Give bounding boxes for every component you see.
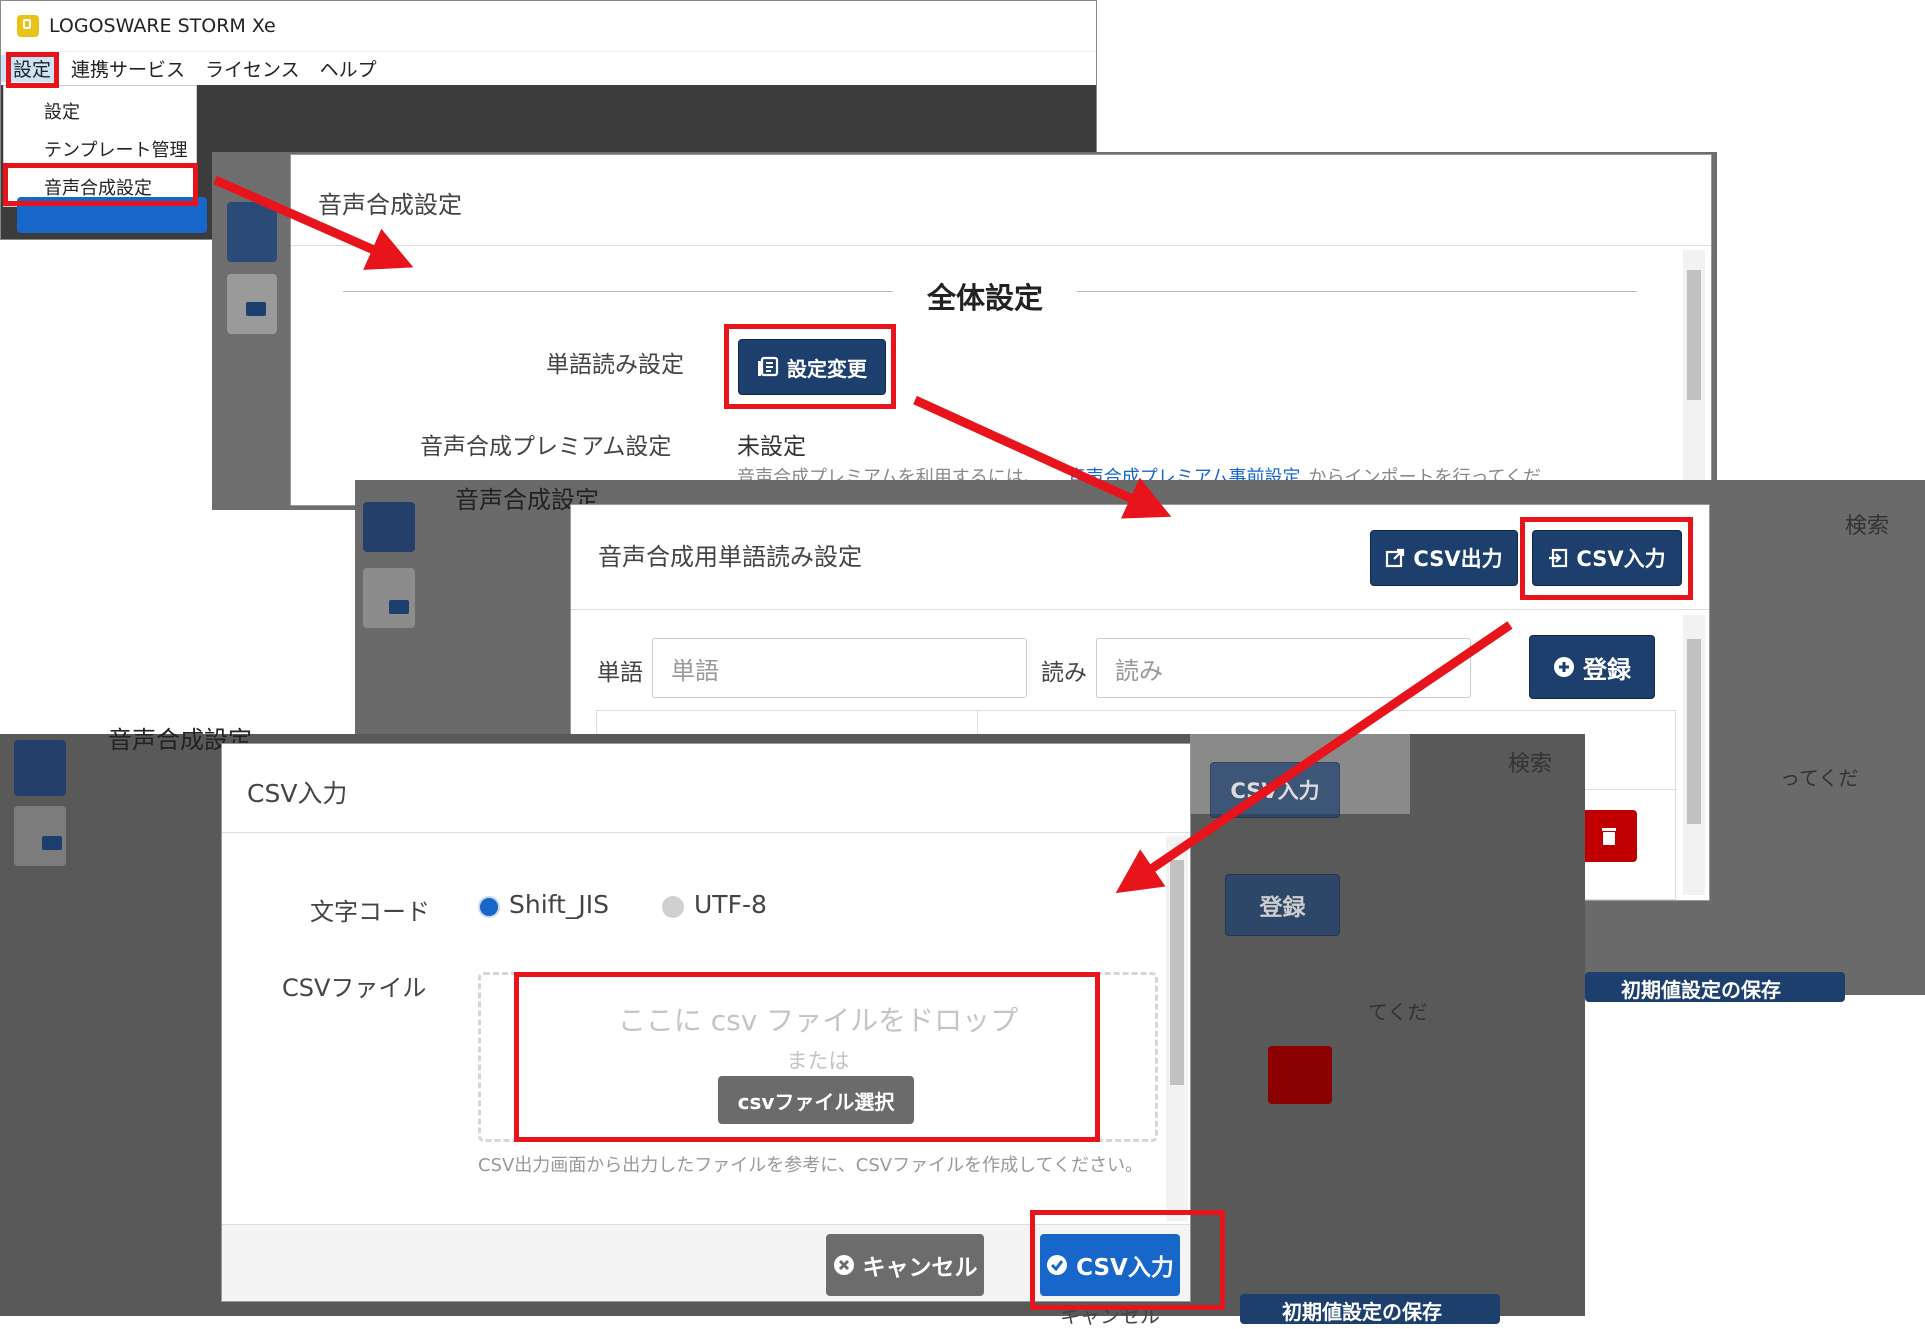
word-setting-label: 単語読み設定 <box>546 352 684 378</box>
right-backdrop-save: 初期値設定の保存 <box>1621 978 1781 1002</box>
select-file-button[interactable]: csvファイル選択 <box>718 1076 914 1124</box>
x-circle-icon <box>833 1254 855 1276</box>
register-button[interactable]: 登録 <box>1529 635 1655 699</box>
external-link-icon <box>1385 548 1405 568</box>
dropdown-item-settings[interactable]: 設定 <box>44 98 80 124</box>
premium-label: 音声合成プレミアム設定 <box>420 434 672 460</box>
back-csv-import: CSV入力 <box>1210 762 1340 818</box>
reading-input[interactable]: 読み <box>1096 638 1471 698</box>
right-backdrop-search: 検索 <box>1845 514 1890 539</box>
folder-icon <box>42 836 62 850</box>
title-bar: LOGOSWARE STORM Xe <box>1 1 1096 51</box>
charset-label: 文字コード <box>310 898 430 926</box>
csv-import-button[interactable]: CSV入力 <box>1532 530 1682 586</box>
menu-settings[interactable]: 設定 <box>1 55 58 82</box>
window-title: LOGOSWARE STORM Xe <box>49 15 276 37</box>
dialog1-scrollbar[interactable] <box>1683 250 1705 505</box>
menu-help[interactable]: ヘルプ <box>314 55 383 82</box>
csv-drop-zone[interactable]: ここに csv ファイルをドロップ または csvファイル選択 <box>478 972 1158 1142</box>
folder-icon <box>389 600 409 614</box>
settings-dropdown: 設定 テンプレート管理 音声合成設定 <box>3 85 197 207</box>
help-text: CSV出力画面から出力したファイルを参考に、CSVファイルを作成してください。 <box>478 1155 1143 1176</box>
premium-value: 未設定 <box>737 434 806 460</box>
menu-license[interactable]: ライセンス <box>199 55 314 82</box>
radio-shift-jis-label[interactable]: Shift_JIS <box>509 890 609 919</box>
dropdown-item-template[interactable]: テンプレート管理 <box>44 136 187 162</box>
check-circle-icon <box>1046 1254 1068 1276</box>
menubar: 設定 連携サービス ライセンス ヘルプ <box>1 51 1096 85</box>
back-save: 初期値設定の保存 <box>1282 1300 1442 1324</box>
dialog3: CSV入力 文字コード Shift_JIS UTF-8 CSVファイル ここに … <box>222 744 1190 1301</box>
back-cancel: キャンセル <box>1060 1304 1160 1328</box>
radio-shift-jis[interactable] <box>478 896 500 918</box>
dialog1: 音声合成設定 全体設定 単語読み設定 設定変更 音声合成プレミアム設定 未設定 … <box>291 155 1711 505</box>
app-blue-button <box>17 197 207 233</box>
csv-export-button[interactable]: CSV出力 <box>1370 530 1518 586</box>
right-backdrop-note: ってくだ <box>1780 766 1859 790</box>
backdrop-side-button <box>227 202 277 262</box>
change-settings-button[interactable]: 設定変更 <box>738 339 886 395</box>
radio-utf8[interactable] <box>662 896 684 918</box>
dialog2-title: 音声合成用単語読み設定 <box>598 543 862 571</box>
drop-text: ここに csv ファイルをドロップ <box>617 1004 1019 1037</box>
word-input[interactable]: 単語 <box>652 638 1027 698</box>
back-note: てくだ <box>1368 1000 1428 1024</box>
csv-submit-button[interactable]: CSV入力 <box>1040 1234 1180 1296</box>
delete-button[interactable] <box>1581 810 1637 862</box>
or-text: または <box>786 1049 850 1073</box>
list-icon <box>757 356 779 378</box>
dialog1-title: 音声合成設定 <box>318 191 462 219</box>
back-search: 検索 <box>1508 752 1553 777</box>
plus-circle-icon <box>1553 656 1575 678</box>
radio-utf8-label[interactable]: UTF-8 <box>694 890 767 919</box>
import-icon <box>1548 548 1568 568</box>
dialog3-title: CSV入力 <box>247 779 348 808</box>
folder-icon <box>246 302 266 316</box>
file-label: CSVファイル <box>282 974 427 1002</box>
section-heading: 全体設定 <box>927 281 1044 315</box>
back-register: 登録 <box>1225 874 1340 936</box>
dialog3-scrollbar[interactable] <box>1166 836 1188 1221</box>
dialog2-scrollbar[interactable] <box>1683 615 1705 895</box>
word-label: 単語 <box>597 660 643 686</box>
trash-icon <box>1601 826 1617 846</box>
cancel-button[interactable]: キャンセル <box>826 1234 984 1296</box>
menu-linked-services[interactable]: 連携サービス <box>57 55 199 82</box>
reading-label: 読み <box>1041 660 1087 686</box>
app-logo-icon <box>17 15 39 37</box>
